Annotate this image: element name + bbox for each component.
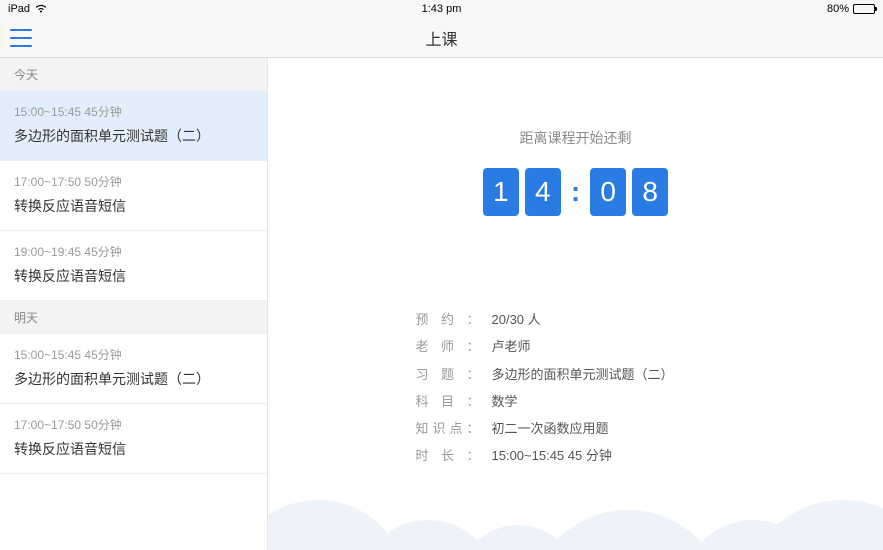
countdown-colon: : [567, 176, 584, 208]
info-value: 初二一次函数应用题 [480, 415, 609, 442]
list-item-time: 15:00~15:45 45分钟 [14, 346, 253, 363]
countdown-timer: 1 4 : 0 8 [483, 168, 668, 216]
list-item-time: 19:00~19:45 45分钟 [14, 243, 253, 260]
info-label: 知识点 [416, 415, 480, 442]
list-item[interactable]: 17:00~17:50 50分钟 转换反应语音短信 [0, 161, 267, 231]
info-row-duration: 时长 15:00~15:45 45 分钟 [416, 442, 736, 469]
list-item[interactable]: 15:00~15:45 45分钟 多边形的面积单元测试题（二） [0, 334, 267, 404]
info-label: 科目 [416, 388, 480, 415]
countdown-digit: 0 [590, 168, 626, 216]
info-row-topic: 知识点 初二一次函数应用题 [416, 415, 736, 442]
status-bar: iPad 1:43 pm 80% [0, 0, 883, 18]
nav-header: 上课 [0, 18, 883, 58]
info-table: 预约 20/30 人 老师 卢老师 习题 多边形的面积单元测试题（二） 科目 数… [416, 306, 736, 470]
info-value: 卢老师 [480, 333, 531, 360]
sidebar: 今天 15:00~15:45 45分钟 多边形的面积单元测试题（二） 17:00… [0, 58, 268, 550]
device-label: iPad [8, 3, 30, 15]
list-item-title: 转换反应语音短信 [14, 266, 253, 286]
wifi-icon [34, 3, 48, 16]
countdown-digit: 8 [632, 168, 668, 216]
list-item-title: 多边形的面积单元测试题（二） [14, 369, 253, 389]
info-value: 数学 [480, 388, 518, 415]
info-label: 时长 [416, 442, 480, 469]
battery-icon [853, 4, 875, 14]
list-item[interactable]: 19:00~19:45 45分钟 转换反应语音短信 [0, 231, 267, 301]
info-label: 习题 [416, 361, 480, 388]
list-item-title: 多边形的面积单元测试题（二） [14, 126, 253, 146]
info-row-teacher: 老师 卢老师 [416, 333, 736, 360]
countdown-section: 距离课程开始还剩 1 4 : 0 8 [268, 128, 883, 216]
countdown-digit: 1 [483, 168, 519, 216]
menu-button[interactable] [10, 29, 32, 47]
list-item-title: 转换反应语音短信 [14, 439, 253, 459]
list-item-title: 转换反应语音短信 [14, 196, 253, 216]
info-label: 老师 [416, 333, 480, 360]
info-row-subject: 科目 数学 [416, 388, 736, 415]
list-item-time: 17:00~17:50 50分钟 [14, 173, 253, 190]
status-time: 1:43 pm [422, 3, 462, 15]
info-label: 预约 [416, 306, 480, 333]
page-title: 上课 [425, 26, 457, 50]
info-row-exercise: 习题 多边形的面积单元测试题（二） [416, 361, 736, 388]
list-item-time: 17:00~17:50 50分钟 [14, 416, 253, 433]
info-value: 15:00~15:45 45 分钟 [480, 442, 612, 469]
info-value: 多边形的面积单元测试题（二） [480, 361, 674, 388]
content: 今天 15:00~15:45 45分钟 多边形的面积单元测试题（二） 17:00… [0, 58, 883, 550]
section-header-tomorrow: 明天 [0, 301, 267, 334]
countdown-label: 距离课程开始还剩 [268, 128, 883, 148]
list-item-time: 15:00~15:45 45分钟 [14, 103, 253, 120]
status-right: 80% [827, 3, 875, 15]
info-value: 20/30 人 [480, 306, 541, 333]
battery-percent: 80% [827, 3, 849, 15]
status-left: iPad [8, 3, 48, 16]
countdown-digit: 4 [525, 168, 561, 216]
detail-panel: 距离课程开始还剩 1 4 : 0 8 预约 20/30 人 老师 卢老师 习题 … [268, 58, 883, 550]
list-item[interactable]: 15:00~15:45 45分钟 多边形的面积单元测试题（二） [0, 91, 267, 161]
info-row-booking: 预约 20/30 人 [416, 306, 736, 333]
list-item[interactable]: 17:00~17:50 50分钟 转换反应语音短信 [0, 404, 267, 474]
section-header-today: 今天 [0, 58, 267, 91]
